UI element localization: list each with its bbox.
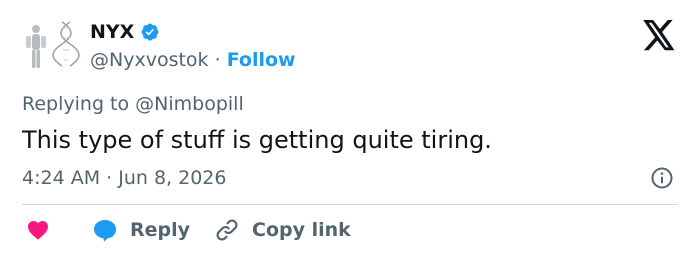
follow-button[interactable]: Follow: [227, 49, 296, 71]
author-name[interactable]: NYX: [90, 20, 134, 44]
info-icon[interactable]: [650, 166, 674, 190]
x-logo-icon[interactable]: [642, 20, 676, 51]
reply-bubble-icon: [94, 220, 116, 242]
author-handle[interactable]: @Nyxvostok: [90, 49, 209, 71]
link-icon: [216, 219, 238, 241]
reply-button[interactable]: Reply: [92, 216, 190, 244]
avatar[interactable]: [22, 20, 80, 72]
like-button[interactable]: [26, 216, 50, 244]
replying-to[interactable]: Replying to @Nimbopill: [22, 92, 244, 116]
copy-link-button[interactable]: Copy link: [214, 216, 351, 244]
handle-separator: ·: [214, 49, 221, 71]
heart-icon: [28, 221, 48, 240]
copy-link-label: Copy link: [252, 219, 351, 241]
avatar-image: [22, 20, 80, 72]
tweet-timestamp[interactable]: 4:24 AM · Jun 8, 2026: [22, 166, 226, 190]
divider: [22, 204, 678, 205]
verified-badge-icon: [141, 23, 159, 41]
reply-label: Reply: [130, 219, 191, 241]
author-name-row: NYX: [90, 20, 160, 44]
author-handle-row: @Nyxvostok · Follow: [90, 48, 296, 72]
tweet-text: This type of stuff is getting quite tiri…: [22, 126, 492, 154]
